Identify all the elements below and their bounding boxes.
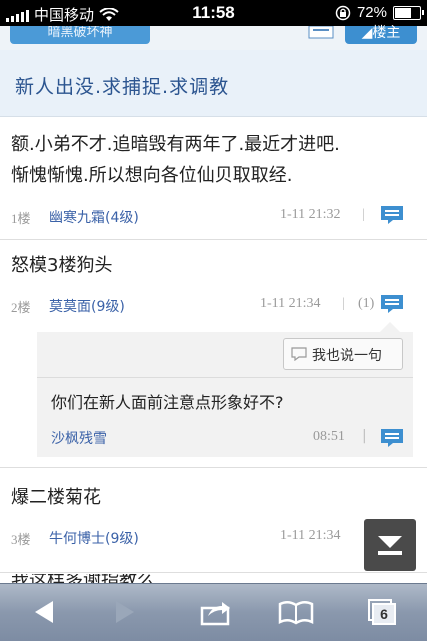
book-icon xyxy=(278,601,314,625)
bookmarks-button[interactable] xyxy=(276,596,316,628)
post-body: 爆二楼菊花 xyxy=(11,487,101,508)
post-time: 1-11 21:32 xyxy=(280,207,341,222)
post-body-line: 额.小弟不才.追暗毁有两年了.最近才进吧. xyxy=(11,134,340,155)
reply-count: (1) xyxy=(358,296,375,311)
author-link[interactable]: 幽寒九霜(4级) xyxy=(49,207,139,227)
op-only-label: 楼主 xyxy=(372,25,401,41)
divider: | xyxy=(362,207,365,222)
floor-number: 1楼 xyxy=(11,211,31,226)
sub-reply-time: 08:51 xyxy=(313,429,345,444)
op-only-button[interactable]: ◢楼主 xyxy=(345,26,417,44)
tabs-button[interactable]: 6 xyxy=(362,596,402,628)
post-meta: 2楼 莫莫面(9级) 1-11 21:34 | (1) xyxy=(11,294,413,316)
divider: | xyxy=(342,296,345,311)
back-button[interactable] xyxy=(25,596,65,628)
forward-button[interactable] xyxy=(104,596,144,628)
floor-number: 3楼 xyxy=(11,532,31,547)
share-icon xyxy=(200,602,230,626)
speech-bubble-icon xyxy=(291,347,307,361)
page-toolbar: 暗黑破坏神 ◢楼主 xyxy=(0,26,427,51)
browser-toolbar: 6 xyxy=(0,583,427,641)
status-bar: 中国移动 11:58 72% xyxy=(0,0,427,26)
post-body: 怒模3楼狗头 xyxy=(11,255,113,276)
thread-title: 新人出没.求捕捉.求调教 xyxy=(15,76,230,98)
share-button[interactable] xyxy=(196,596,236,628)
forum-back-button[interactable]: 暗黑破坏神 xyxy=(10,26,150,44)
post-time: 1-11 21:34 xyxy=(260,296,321,311)
sub-reply-author-link[interactable]: 沙枫残雪 xyxy=(51,428,107,448)
battery-percent: 72% xyxy=(356,4,387,21)
sub-reply-text: 你们在新人面前注意点形象好不? xyxy=(51,393,284,412)
post-floor-4: 我这样多谢指教么 xyxy=(11,574,371,583)
rotation-lock-icon xyxy=(335,5,351,20)
forward-arrow-icon xyxy=(116,601,134,623)
battery-icon xyxy=(393,5,424,20)
arrow-down-icon xyxy=(378,536,402,555)
thread-title-bar: 新人出没.求捕捉.求调教 xyxy=(0,50,427,117)
tabs-count: 6 xyxy=(380,606,388,622)
post-time: 1-11 21:34 xyxy=(280,528,341,543)
floor-number: 2楼 xyxy=(11,300,31,315)
post-body: 我这样多谢指教么 xyxy=(11,574,371,583)
post-floor-1: 额.小弟不才.追暗毁有两年了.最近才进吧. 惭愧惭愧.所以想向各位仙贝取取经. … xyxy=(0,117,427,240)
scroll-to-bottom-button[interactable] xyxy=(364,519,416,571)
post-meta: 3楼 牛何博士(9级) 1-11 21:34 xyxy=(11,526,413,548)
post-floor-3: 爆二楼菊花 3楼 牛何博士(9级) 1-11 21:34 xyxy=(0,468,427,573)
edit-icon: ◢ xyxy=(361,25,373,41)
post-body-line: 惭愧惭愧.所以想向各位仙贝取取经. xyxy=(11,165,293,186)
post-body: 额.小弟不才.追暗毁有两年了.最近才进吧. 惭愧惭愧.所以想向各位仙贝取取经. xyxy=(11,129,413,191)
author-link[interactable]: 牛何博士(9级) xyxy=(49,528,139,548)
say-something-label: 我也说一句 xyxy=(312,348,382,364)
comment-icon[interactable] xyxy=(305,26,339,44)
reply-icon[interactable] xyxy=(380,294,404,314)
divider xyxy=(37,377,413,378)
author-link[interactable]: 莫莫面(9级) xyxy=(49,296,125,316)
divider: | xyxy=(362,428,367,444)
reply-icon[interactable] xyxy=(380,205,404,225)
say-something-button[interactable]: 我也说一句 xyxy=(283,338,403,370)
sub-reply-pointer xyxy=(380,322,400,332)
sub-reply-icon[interactable] xyxy=(380,428,404,448)
back-arrow-icon xyxy=(35,601,53,623)
post-meta: 1楼 幽寒九霜(4级) 1-11 21:32 | xyxy=(11,205,413,227)
